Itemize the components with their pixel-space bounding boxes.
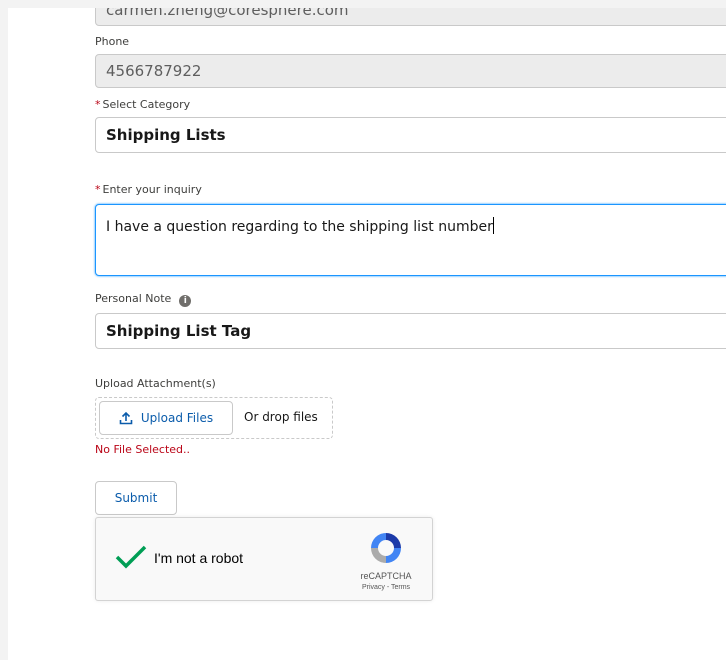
upload-icon [119,411,133,425]
inquiry-label-text: Enter your inquiry [102,183,202,196]
info-icon[interactable]: i [179,295,192,307]
category-label-text: Select Category [102,98,191,111]
personal-note-value: Shipping List Tag [106,322,252,340]
category-value: Shipping Lists [106,126,226,144]
personal-note-field[interactable]: Shipping List Tag [95,313,726,349]
text-cursor [492,217,494,234]
email-field[interactable]: carmen.zheng@coresphere.com [95,8,726,26]
required-marker: * [95,183,101,196]
captcha-label: I'm not a robot [154,550,244,566]
category-select[interactable]: Shipping Lists [95,117,726,153]
submit-button[interactable]: Submit [95,481,177,515]
upload-files-button[interactable]: Upload Files [99,401,233,435]
upload-label: Upload Attachment(s) [95,377,216,390]
category-label: * Select Category [95,98,190,111]
recaptcha-brand: reCAPTCHA [360,571,412,581]
personal-note-label-text: Personal Note [95,292,172,305]
inquiry-value: I have a question regarding to the shipp… [106,219,493,235]
required-marker: * [95,98,101,111]
checkmark-icon[interactable] [114,544,148,570]
file-dropzone[interactable]: Upload Files Or drop files [95,397,333,439]
contact-form: carmen.zheng@coresphere.com Phone 456678… [8,8,726,660]
recaptcha-links[interactable]: Privacy - Terms [346,584,426,591]
phone-field[interactable]: 4566787922 [95,54,726,88]
inquiry-label: * Enter your inquiry [95,183,202,196]
recaptcha-widget: I'm not a robot reCAPTCHA Privacy - Term… [95,517,433,601]
inquiry-textarea[interactable]: I have a question regarding to the shipp… [95,204,726,276]
phone-value: 4566787922 [106,62,202,80]
phone-label: Phone [95,35,130,48]
upload-status: No File Selected.. [95,443,191,456]
personal-note-label: Personal Note i [95,292,192,307]
upload-files-label: Upload Files [140,411,214,425]
drop-files-text: Or drop files [244,410,318,424]
email-value: carmen.zheng@coresphere.com [106,8,349,19]
recaptcha-logo-icon [371,533,401,563]
